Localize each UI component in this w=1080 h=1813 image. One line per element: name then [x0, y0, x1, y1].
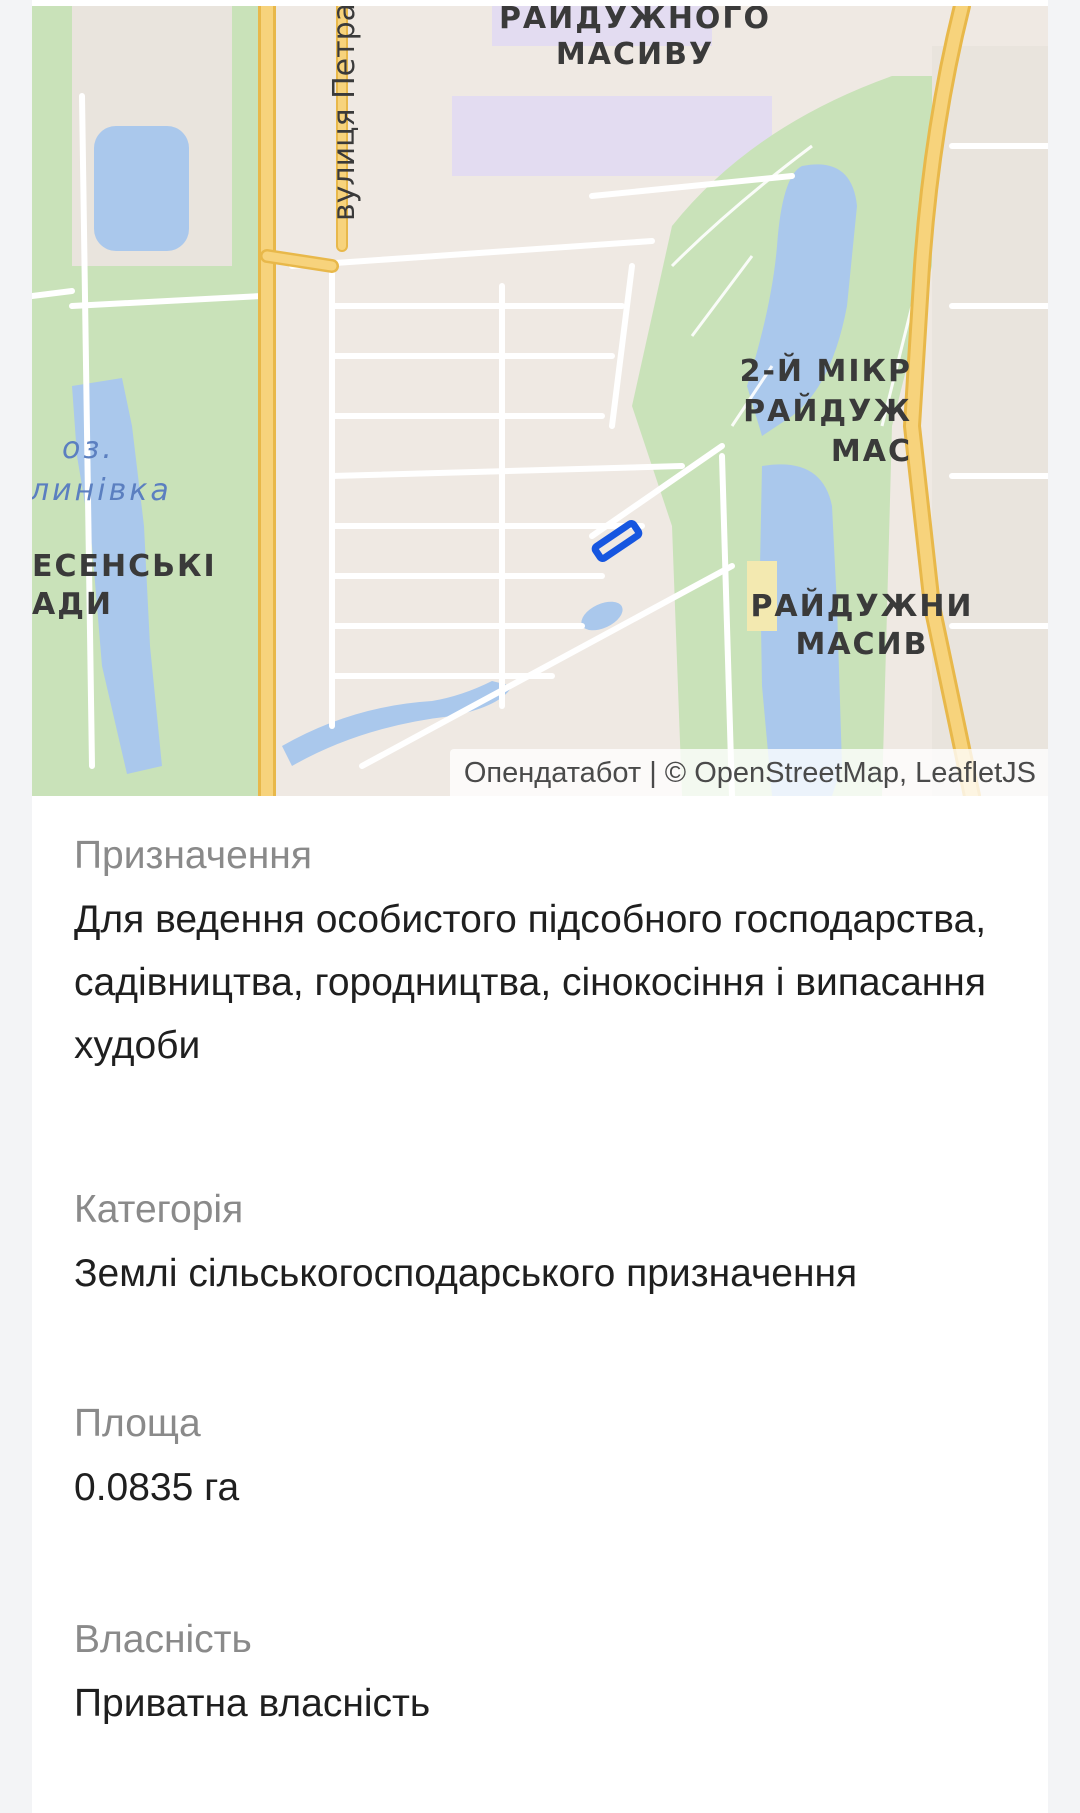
- field-area: Площа 0.0835 га: [74, 1398, 239, 1519]
- map-label-area-left-1: ЕСЕНСЬКІ: [32, 549, 217, 584]
- map-label-district-right-1: 2-Й МІКР: [740, 353, 912, 389]
- map-label-district-top-2: МАСИВУ: [556, 37, 714, 72]
- map-label-district-bottom-1: РАЙДУЖНИ: [750, 588, 973, 624]
- field-purpose: Призначення Для ведення особистого підсо…: [74, 830, 1014, 1077]
- field-ownership-value: Приватна власність: [74, 1682, 431, 1725]
- map-tiles: РАЙДУЖНОГО МАСИВУ 2-Й МІКР РАЙДУЖ МАС РА…: [32, 6, 1048, 796]
- parcel-card: РАЙДУЖНОГО МАСИВУ 2-Й МІКР РАЙДУЖ МАС РА…: [32, 0, 1048, 1813]
- map-label-area-left-2: АДИ: [32, 587, 113, 622]
- map-label-district-bottom-2: МАСИВ: [795, 627, 928, 662]
- field-category-label: Категорія: [74, 1188, 244, 1231]
- map-label-street: вулиця Петра: [327, 6, 362, 221]
- field-purpose-value: Для ведення особистого підсобного господ…: [74, 898, 987, 1067]
- map-label-district-right-3: МАС: [831, 434, 912, 469]
- map-label-district-right-2: РАЙДУЖ: [743, 393, 912, 429]
- field-ownership-label: Власність: [74, 1618, 252, 1661]
- field-ownership: Власність Приватна власність: [74, 1614, 430, 1735]
- map-label-lake-1: оз.: [62, 431, 115, 466]
- map-label-district-top-1: РАЙДУЖНОГО: [499, 6, 771, 36]
- map-label-lake-2: линівка: [32, 473, 172, 508]
- field-category: Категорія Землі сільськогосподарського п…: [74, 1184, 857, 1305]
- field-area-value: 0.0835 га: [74, 1466, 240, 1509]
- field-category-value: Землі сільськогосподарського призначення: [74, 1252, 858, 1295]
- field-purpose-label: Призначення: [74, 834, 312, 877]
- field-area-label: Площа: [74, 1402, 201, 1445]
- map-attribution[interactable]: Опендатабот | © OpenStreetMap, LeafletJS: [449, 749, 1048, 796]
- lake-small: [94, 126, 189, 251]
- parcel-map[interactable]: РАЙДУЖНОГО МАСИВУ 2-Й МІКР РАЙДУЖ МАС РА…: [32, 6, 1048, 796]
